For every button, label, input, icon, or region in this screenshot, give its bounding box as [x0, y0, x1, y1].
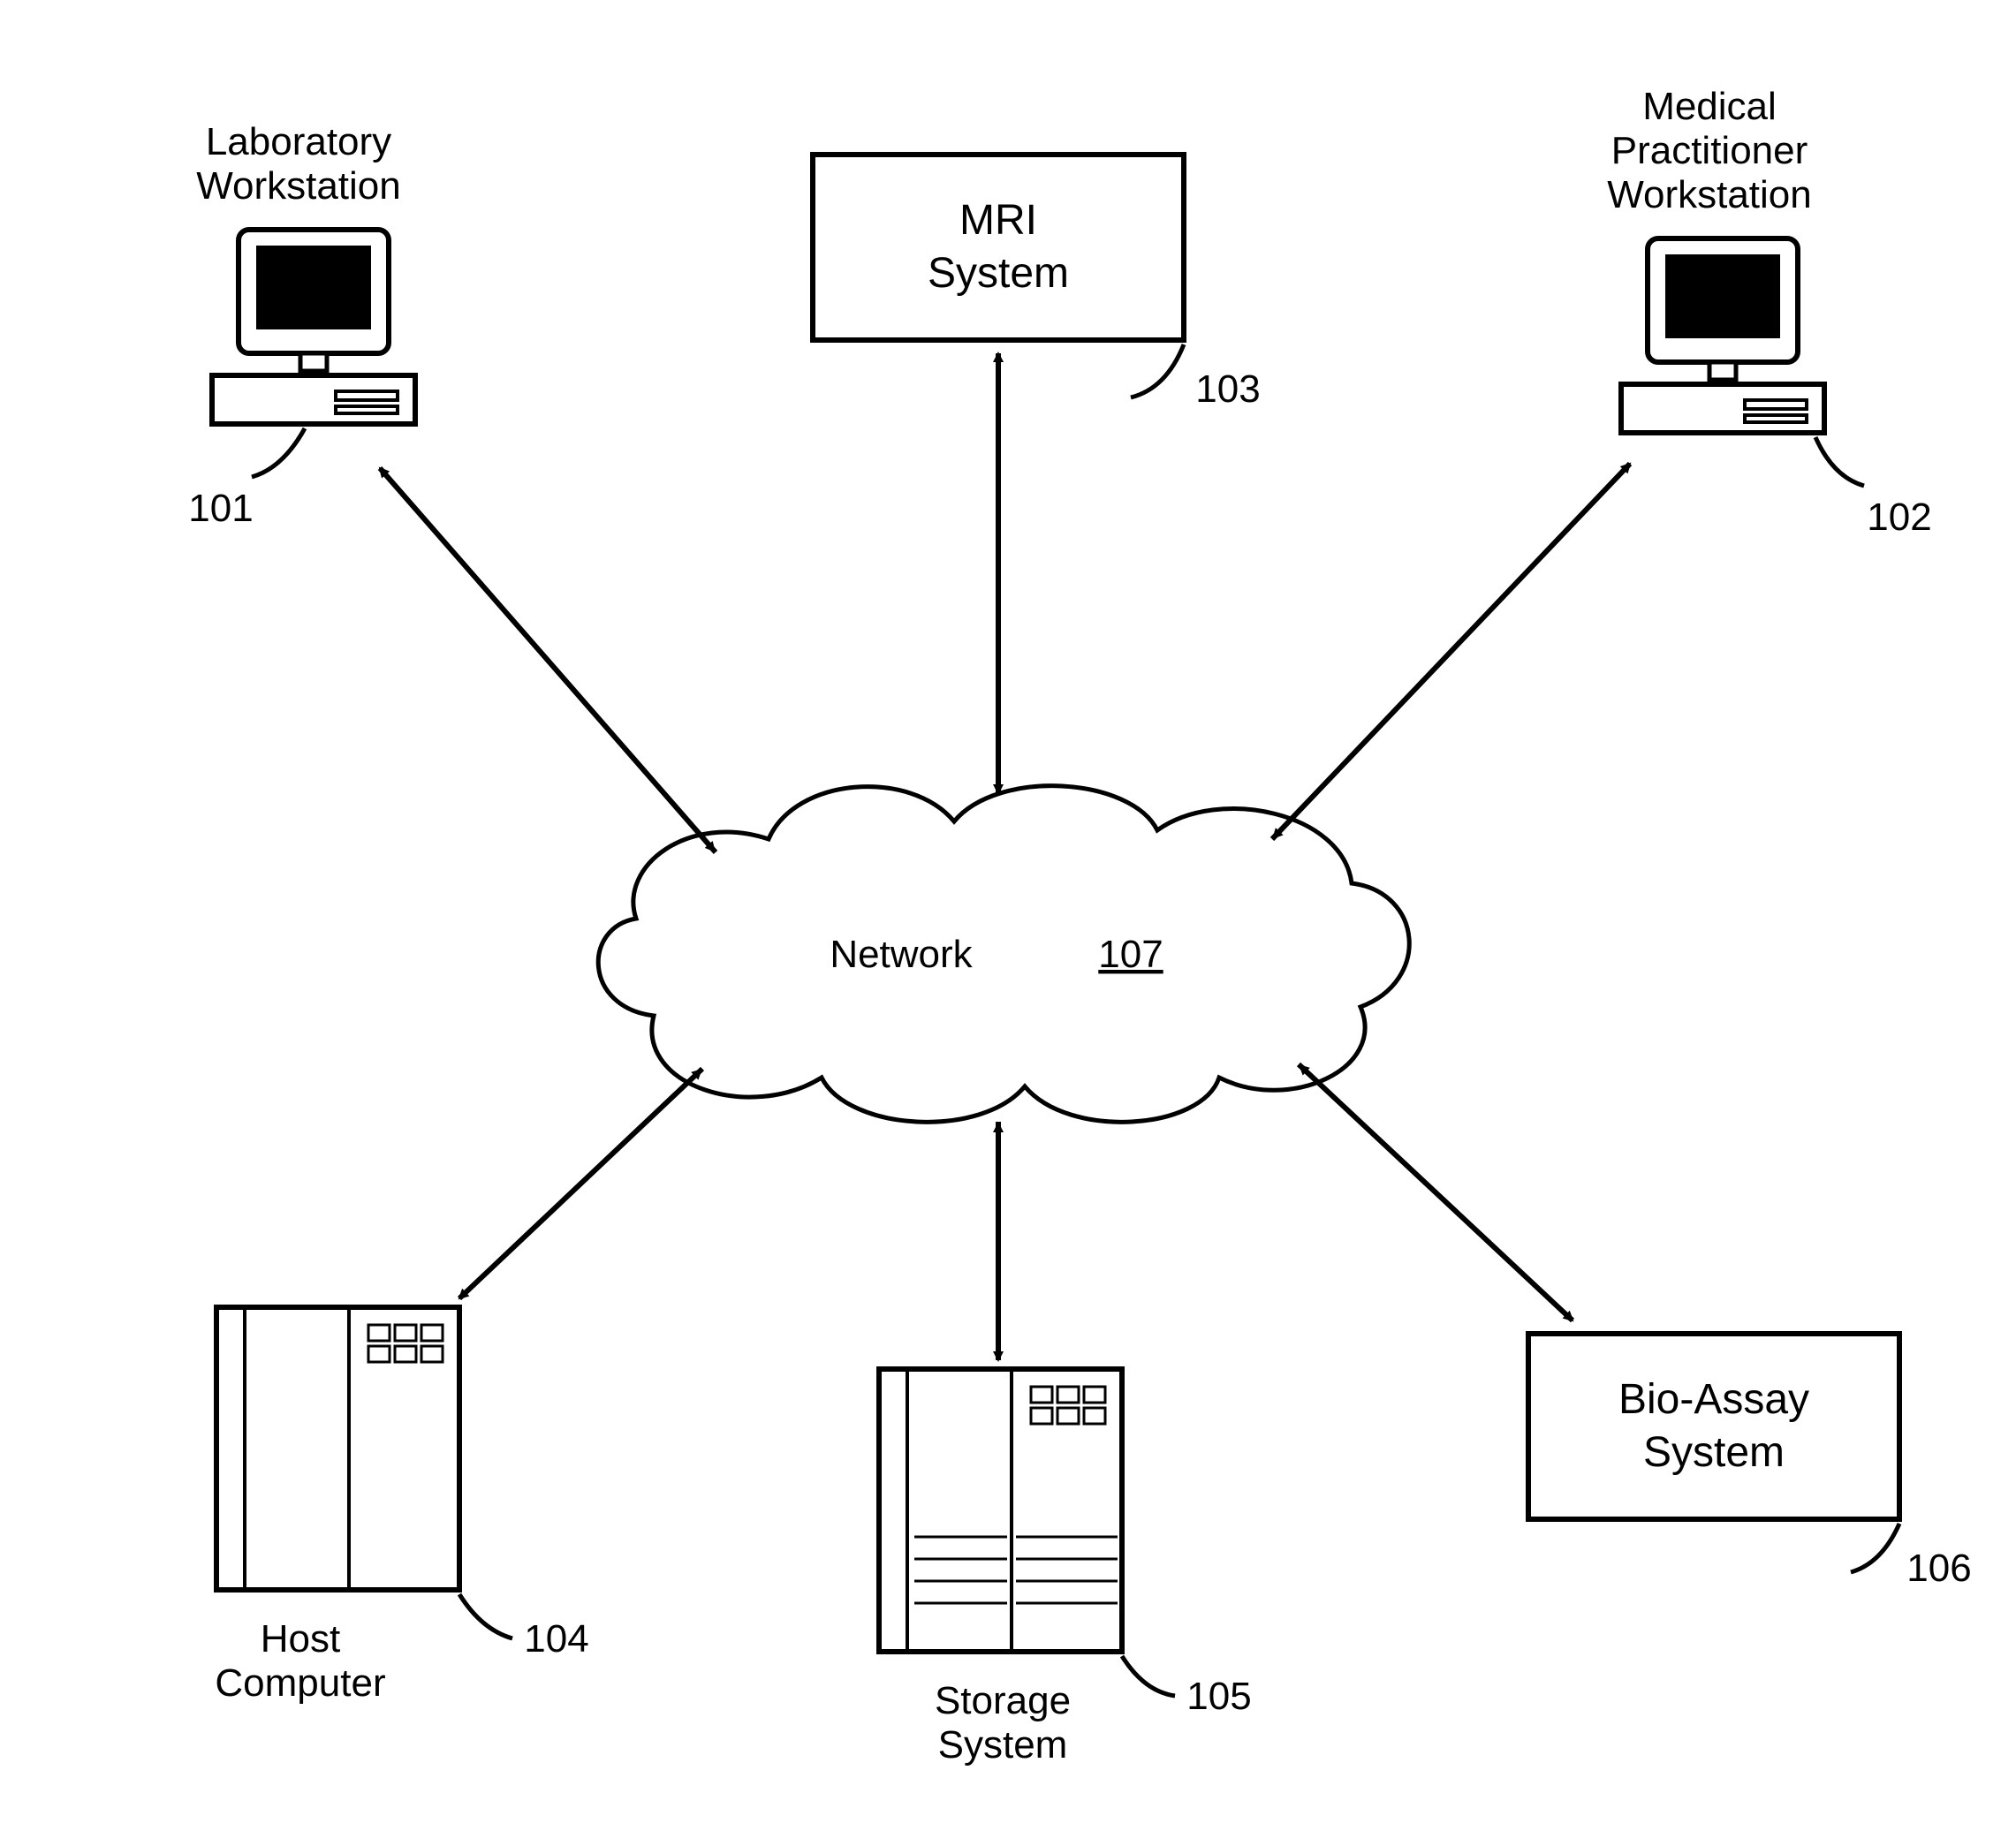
- med-title-3: Workstation: [1607, 173, 1812, 216]
- mri-system: MRI System 103: [813, 155, 1261, 411]
- medical-practitioner-workstation: Medical Practitioner Workstation 102: [1607, 85, 1931, 539]
- lab-title-2: Workstation: [196, 164, 401, 208]
- bioassay-title-1: Bio-Assay: [1618, 1376, 1809, 1423]
- host-title-1: Host: [261, 1617, 340, 1661]
- link-bioassay-network: [1299, 1064, 1573, 1320]
- bioassay-title-2: System: [1643, 1429, 1785, 1476]
- server-icon: [216, 1307, 459, 1590]
- network-ref: 107: [1098, 933, 1163, 976]
- storage-icon: [879, 1369, 1122, 1652]
- med-title-2: Practitioner: [1611, 129, 1808, 172]
- mri-title-1: MRI: [959, 197, 1037, 244]
- mri-ref: 103: [1195, 367, 1260, 411]
- lab-title-1: Laboratory: [206, 120, 391, 163]
- storage-title-1: Storage: [935, 1679, 1071, 1722]
- lab-ref: 101: [188, 487, 253, 530]
- network-label: Network: [830, 933, 973, 976]
- storage-system: 105 Storage System: [879, 1369, 1252, 1767]
- bioassay-ref: 106: [1906, 1547, 1971, 1590]
- link-med-network: [1272, 464, 1630, 839]
- host-title-2: Computer: [215, 1661, 385, 1705]
- computer-icon: [212, 230, 415, 424]
- link-host-network: [459, 1069, 702, 1298]
- link-lab-network: [380, 468, 716, 852]
- med-ref: 102: [1867, 496, 1931, 539]
- storage-ref: 105: [1186, 1675, 1251, 1718]
- host-ref: 104: [524, 1617, 588, 1661]
- med-title-1: Medical: [1642, 85, 1777, 128]
- network-diagram: Network 107 Laboratory Workstation 101 M…: [0, 0, 2016, 1846]
- network-cloud: Network 107: [598, 786, 1409, 1123]
- mri-title-2: System: [928, 250, 1069, 297]
- computer-icon: [1621, 238, 1824, 433]
- host-computer: 104 Host Computer: [215, 1307, 588, 1705]
- storage-title-2: System: [938, 1723, 1068, 1767]
- bio-assay-system: Bio-Assay System 106: [1528, 1334, 1972, 1590]
